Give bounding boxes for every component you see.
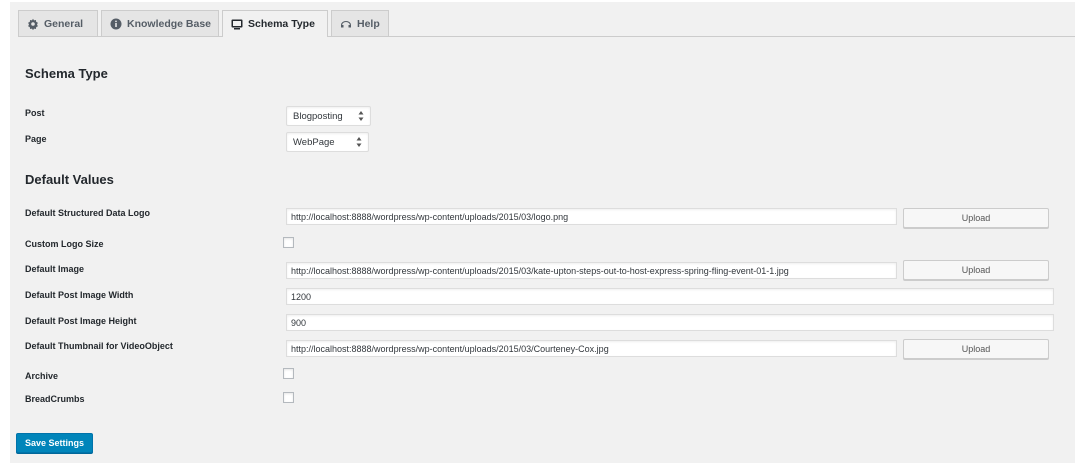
custom-logo-size-label: Custom Logo Size (25, 239, 104, 249)
default-thumbnail-label: Default Thumbnail for VideoObject (25, 341, 173, 351)
select-arrows-icon (358, 111, 364, 121)
post-label: Post (25, 108, 45, 118)
tab-help[interactable]: Help (331, 10, 389, 36)
breadcrumbs-checkbox[interactable] (283, 392, 294, 403)
save-settings-button[interactable]: Save Settings (16, 433, 93, 453)
schema-type-heading: Schema Type (25, 66, 108, 81)
post-schema-value: Blogposting (293, 110, 343, 122)
default-logo-value: http://localhost:8888/wordpress/wp-conte… (291, 211, 569, 222)
tab-general[interactable]: General (18, 10, 98, 36)
default-height-value: 900 (291, 317, 307, 328)
default-height-label: Default Post Image Height (25, 316, 137, 326)
default-image-value: http://localhost:8888/wordpress/wp-conte… (291, 265, 789, 276)
archive-label: Archive (25, 371, 59, 381)
tab-divider (18, 36, 1075, 37)
default-width-input[interactable]: 1200 (286, 288, 1054, 305)
default-values-heading: Default Values (25, 172, 114, 187)
default-logo-label: Default Structured Data Logo (25, 208, 151, 218)
upload-logo-button[interactable]: Upload (903, 208, 1049, 228)
settings-panel: General Knowledge Base Schema Type Help … (10, 2, 1075, 463)
page-schema-value: WebPage (293, 136, 335, 148)
page-label: Page (25, 134, 47, 144)
default-width-value: 1200 (291, 291, 312, 302)
tab-knowledge-base[interactable]: Knowledge Base (101, 10, 219, 36)
upload-thumbnail-button[interactable]: Upload (903, 339, 1049, 359)
archive-checkbox[interactable] (283, 368, 294, 379)
help-icon (340, 18, 352, 30)
page-schema-select[interactable]: WebPage (286, 132, 369, 152)
default-width-label: Default Post Image Width (25, 290, 134, 300)
default-thumbnail-input[interactable]: http://localhost:8888/wordpress/wp-conte… (286, 340, 897, 357)
default-logo-input[interactable]: http://localhost:8888/wordpress/wp-conte… (286, 208, 897, 225)
breadcrumbs-label: BreadCrumbs (25, 394, 85, 404)
default-thumbnail-value: http://localhost:8888/wordpress/wp-conte… (291, 343, 609, 354)
tab-general-label: General (44, 17, 84, 30)
tab-knowledge-base-label: Knowledge Base (127, 17, 212, 30)
tab-schema-type[interactable]: Schema Type (222, 10, 328, 37)
default-image-label: Default Image (25, 264, 85, 274)
schema-icon (231, 18, 243, 30)
gear-icon (27, 18, 39, 30)
custom-logo-size-checkbox[interactable] (283, 237, 294, 248)
tab-schema-type-label: Schema Type (248, 18, 315, 30)
default-image-input[interactable]: http://localhost:8888/wordpress/wp-conte… (286, 262, 897, 279)
info-icon (110, 18, 122, 30)
tab-help-label: Help (357, 17, 380, 30)
default-height-input[interactable]: 900 (286, 314, 1054, 331)
post-schema-select[interactable]: Blogposting (286, 106, 371, 126)
upload-image-button[interactable]: Upload (903, 260, 1049, 280)
select-arrows-icon (356, 137, 362, 147)
